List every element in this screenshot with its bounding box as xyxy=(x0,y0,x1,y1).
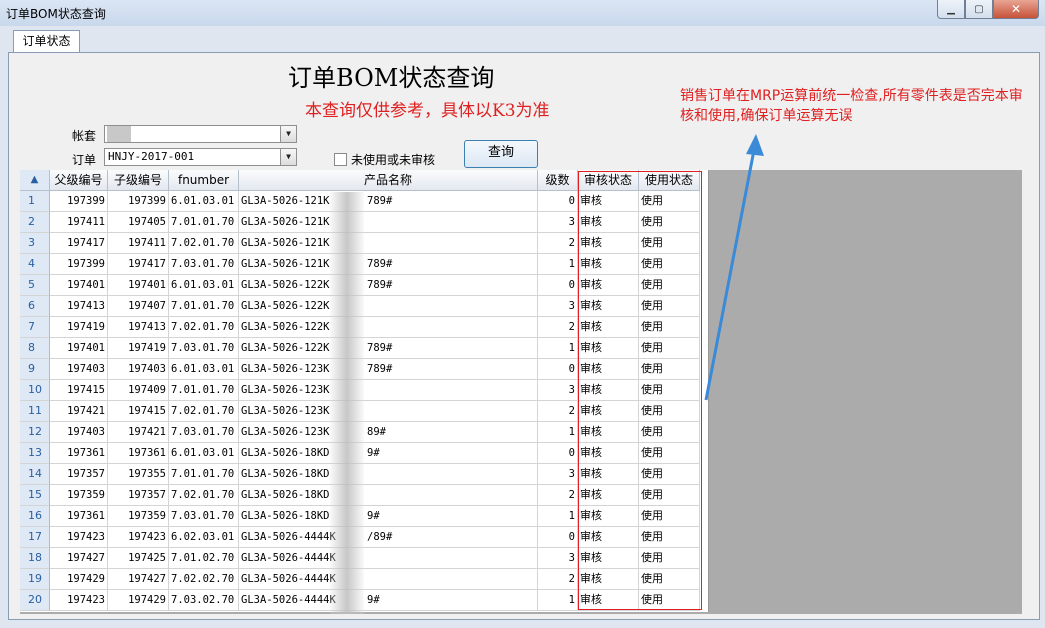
annotation-arrow xyxy=(704,134,764,401)
